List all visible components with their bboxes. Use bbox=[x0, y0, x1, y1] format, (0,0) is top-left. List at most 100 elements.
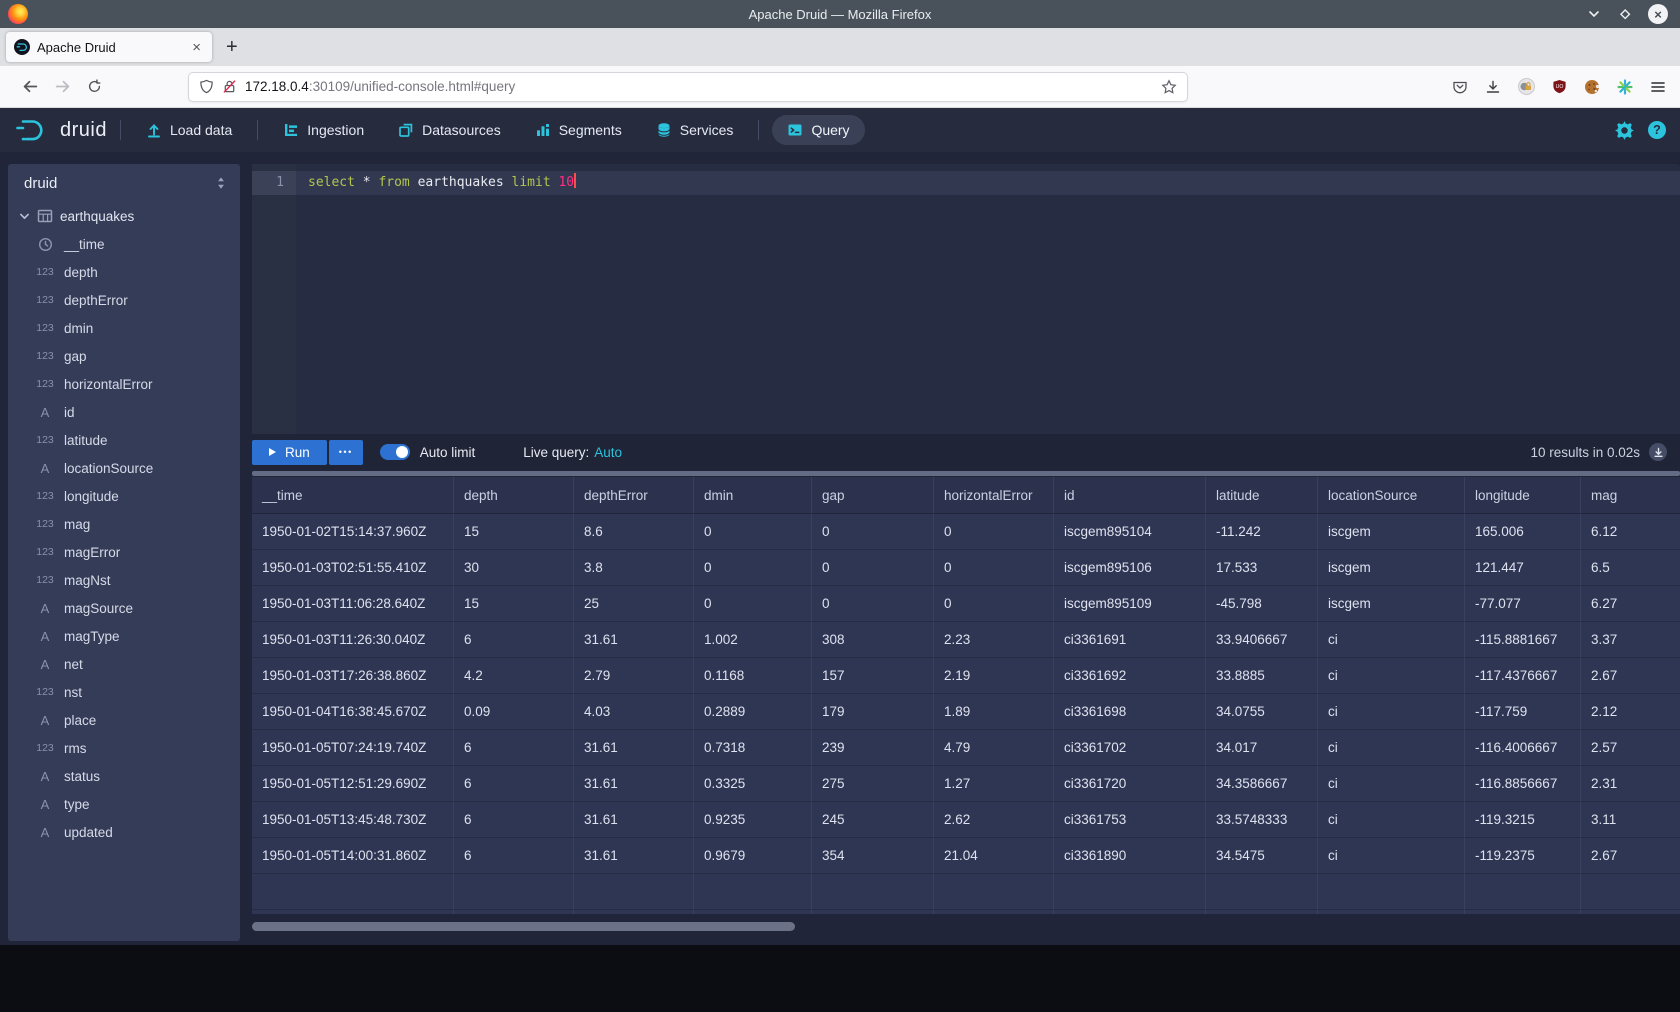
menu-hamburger-icon[interactable] bbox=[1650, 79, 1666, 95]
sidebar-column-__time[interactable]: __time bbox=[8, 230, 240, 258]
table-cell[interactable]: ci3361890 bbox=[1054, 838, 1206, 874]
table-cell[interactable]: 33.9406667 bbox=[1206, 622, 1318, 658]
sidebar-column-place[interactable]: Aplace bbox=[8, 706, 240, 734]
table-cell[interactable]: 0 bbox=[934, 586, 1054, 622]
table-cell[interactable]: 1950-01-05T07:24:19.740Z bbox=[252, 730, 454, 766]
table-cell[interactable]: -11.242 bbox=[1206, 514, 1318, 550]
table-cell[interactable]: -116.8856667 bbox=[1465, 766, 1581, 802]
sidebar-column-horizontalError[interactable]: 123horizontalError bbox=[8, 370, 240, 398]
table-cell[interactable]: 1950-01-03T11:26:30.040Z bbox=[252, 622, 454, 658]
table-cell[interactable]: -117.4376667 bbox=[1465, 658, 1581, 694]
table-cell[interactable]: ci3361702 bbox=[1054, 730, 1206, 766]
auto-limit-toggle[interactable] bbox=[380, 444, 410, 460]
asterisk-extension-icon[interactable] bbox=[1617, 79, 1633, 95]
sidebar-column-latitude[interactable]: 123latitude bbox=[8, 426, 240, 454]
table-cell[interactable]: 33.5748333 bbox=[1206, 802, 1318, 838]
sidebar-column-magSource[interactable]: AmagSource bbox=[8, 594, 240, 622]
table-cell[interactable]: iscgem895109 bbox=[1054, 586, 1206, 622]
table-cell[interactable]: 6.5 bbox=[1581, 550, 1680, 586]
table-cell[interactable]: 4.2 bbox=[454, 658, 574, 694]
table-cell[interactable]: 31.61 bbox=[574, 838, 694, 874]
table-cell[interactable]: 1.89 bbox=[934, 694, 1054, 730]
table-cell[interactable]: 6 bbox=[454, 622, 574, 658]
table-cell[interactable]: 31.61 bbox=[574, 730, 694, 766]
table-cell[interactable]: 34.0755 bbox=[1206, 694, 1318, 730]
table-cell[interactable]: ci bbox=[1318, 730, 1465, 766]
new-tab-button[interactable]: + bbox=[226, 36, 238, 59]
table-cell[interactable]: 1950-01-03T17:26:38.860Z bbox=[252, 658, 454, 694]
table-cell[interactable]: 0.7318 bbox=[694, 730, 812, 766]
download-results-icon[interactable] bbox=[1649, 443, 1667, 461]
table-cell[interactable]: -115.8881667 bbox=[1465, 622, 1581, 658]
table-cell[interactable]: 245 bbox=[812, 802, 934, 838]
table-cell[interactable]: 0 bbox=[694, 514, 812, 550]
table-cell[interactable]: 6 bbox=[454, 838, 574, 874]
horizontal-scrollbar[interactable] bbox=[252, 922, 1680, 932]
reload-button[interactable] bbox=[78, 79, 110, 94]
table-cell[interactable]: 8.6 bbox=[574, 514, 694, 550]
table-cell[interactable]: iscgem bbox=[1318, 550, 1465, 586]
table-cell[interactable]: 15 bbox=[454, 514, 574, 550]
table-cell[interactable]: 31.61 bbox=[574, 802, 694, 838]
query-editor[interactable]: 1 select * from earthquakes limit 10 bbox=[252, 164, 1680, 434]
double-caret-icon[interactable] bbox=[214, 176, 228, 190]
table-cell[interactable]: ci bbox=[1318, 694, 1465, 730]
tab-close-icon[interactable]: × bbox=[189, 39, 204, 56]
results-header-id[interactable]: id bbox=[1054, 477, 1206, 514]
nav-item-datasources[interactable]: Datasources bbox=[386, 115, 513, 145]
results-header-dmin[interactable]: dmin bbox=[694, 477, 812, 514]
table-cell[interactable]: ci bbox=[1318, 622, 1465, 658]
table-cell[interactable]: 2.57 bbox=[1581, 730, 1680, 766]
nav-item-services[interactable]: Services bbox=[644, 115, 746, 145]
sidebar-column-locationSource[interactable]: AlocationSource bbox=[8, 454, 240, 482]
table-cell[interactable]: 0 bbox=[934, 550, 1054, 586]
sidebar-column-depthError[interactable]: 123depthError bbox=[8, 286, 240, 314]
back-button[interactable] bbox=[14, 78, 46, 95]
results-header-mag[interactable]: mag bbox=[1581, 477, 1680, 514]
editor-results-splitter[interactable] bbox=[252, 470, 1680, 477]
table-cell[interactable]: iscgem bbox=[1318, 514, 1465, 550]
table-cell[interactable]: -77.077 bbox=[1465, 586, 1581, 622]
table-cell[interactable]: 6 bbox=[454, 730, 574, 766]
splitter-handle[interactable] bbox=[252, 471, 1680, 476]
sidebar-column-magError[interactable]: 123magError bbox=[8, 538, 240, 566]
window-close-button[interactable]: × bbox=[1648, 4, 1668, 24]
table-cell[interactable]: 1.002 bbox=[694, 622, 812, 658]
table-cell[interactable]: 1950-01-04T16:38:45.670Z bbox=[252, 694, 454, 730]
table-cell[interactable]: 30 bbox=[454, 550, 574, 586]
table-cell[interactable]: ci3361698 bbox=[1054, 694, 1206, 730]
scrollbar-thumb[interactable] bbox=[252, 922, 795, 931]
table-cell[interactable]: 6.12 bbox=[1581, 514, 1680, 550]
insecure-lock-icon[interactable] bbox=[222, 79, 237, 94]
table-cell[interactable]: 1950-01-03T02:51:55.410Z bbox=[252, 550, 454, 586]
table-cell[interactable]: -117.759 bbox=[1465, 694, 1581, 730]
results-header-longitude[interactable]: longitude bbox=[1465, 477, 1581, 514]
sidebar-column-magNst[interactable]: 123magNst bbox=[8, 566, 240, 594]
cookie-extension-icon[interactable] bbox=[1584, 79, 1600, 95]
table-cell[interactable]: 4.03 bbox=[574, 694, 694, 730]
table-cell[interactable]: 1950-01-05T14:00:31.860Z bbox=[252, 838, 454, 874]
table-cell[interactable]: 0.2889 bbox=[694, 694, 812, 730]
nav-item-query-active[interactable]: Query bbox=[772, 115, 864, 145]
table-cell[interactable]: -45.798 bbox=[1206, 586, 1318, 622]
schema-selector[interactable]: druid bbox=[8, 164, 240, 198]
run-more-button[interactable]: ••• bbox=[329, 440, 363, 465]
table-cell[interactable]: ci3361753 bbox=[1054, 802, 1206, 838]
table-cell[interactable]: -116.4006667 bbox=[1465, 730, 1581, 766]
table-cell[interactable]: 2.19 bbox=[934, 658, 1054, 694]
run-button[interactable]: Run bbox=[252, 440, 327, 465]
table-cell[interactable]: 1950-01-05T13:45:48.730Z bbox=[252, 802, 454, 838]
forward-button[interactable] bbox=[46, 78, 78, 95]
table-cell[interactable]: 34.5475 bbox=[1206, 838, 1318, 874]
extension-lock-icon[interactable] bbox=[1518, 78, 1535, 95]
sidebar-column-mag[interactable]: 123mag bbox=[8, 510, 240, 538]
table-cell[interactable]: -119.2375 bbox=[1465, 838, 1581, 874]
table-cell[interactable]: 0.9679 bbox=[694, 838, 812, 874]
results-header-locationSource[interactable]: locationSource bbox=[1318, 477, 1465, 514]
table-cell[interactable]: 0 bbox=[934, 514, 1054, 550]
bookmark-star-icon[interactable] bbox=[1161, 79, 1177, 95]
table-cell[interactable]: 179 bbox=[812, 694, 934, 730]
table-cell[interactable]: 25 bbox=[574, 586, 694, 622]
table-cell[interactable]: 1.27 bbox=[934, 766, 1054, 802]
table-cell[interactable]: 6 bbox=[454, 766, 574, 802]
